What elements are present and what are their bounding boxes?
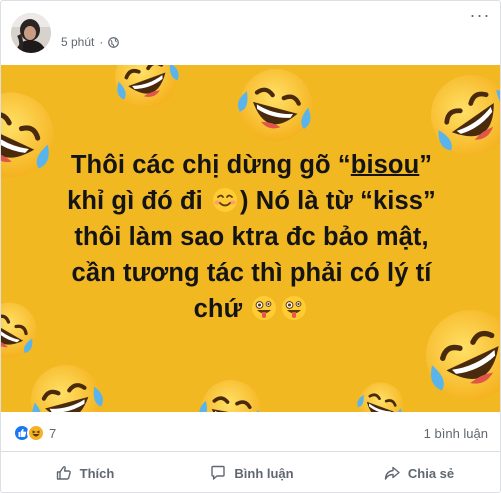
reactions-summary: 7 1 bình luận (1, 412, 500, 452)
underlined-word: bisou (350, 151, 420, 179)
share-label: Chia sẻ (407, 465, 455, 481)
comment-icon (211, 465, 226, 480)
post-timestamp[interactable]: 5 phút (61, 35, 94, 49)
comment-count[interactable]: 1 bình luận (424, 426, 488, 441)
avatar[interactable] (11, 13, 51, 53)
post-text-line-1: Thôi các chị dừng gõ “bisou” (70, 151, 433, 179)
reaction-icons[interactable] (13, 424, 45, 442)
share-button[interactable]: Chia sẻ (335, 452, 500, 492)
comment-button[interactable]: Bình luận (168, 452, 335, 492)
zany-face-icon (281, 295, 307, 321)
post-image-text: Thôi các chị dừng gõ “bisou” khỉ gì đó đ… (21, 147, 482, 327)
post-image[interactable]: Thôi các chị dừng gõ “bisou” khỉ gì đó đ… (1, 65, 500, 412)
smiling-face-icon (212, 187, 238, 213)
post-text-line-5: chứ (21, 291, 482, 327)
like-button[interactable]: Thích (1, 452, 168, 492)
haha-icon (27, 424, 45, 442)
globe-icon[interactable] (108, 36, 120, 48)
zany-face-icon (251, 295, 277, 321)
thumbs-up-icon (56, 466, 71, 480)
share-arrow-icon (384, 466, 400, 480)
comment-label: Bình luận (234, 465, 294, 481)
post-text-line-2: khỉ gì đó đi ) Nó là từ “kiss” (67, 187, 436, 215)
like-label: Thích (79, 465, 115, 481)
post-text-line-4: cần tương tác thì phải có lý tí (71, 259, 432, 287)
post-actions: Thích Bình luận Chia sẻ (1, 452, 500, 492)
post-card: 5 phút · ··· Thôi các chị dừng gõ “bisou… (0, 0, 501, 493)
post-meta: 5 phút · (61, 35, 120, 49)
post-text-line-3: thôi làm sao ktra đc bảo mật, (74, 223, 429, 251)
more-options-button[interactable]: ··· (468, 6, 492, 27)
reaction-count[interactable]: 7 (49, 426, 56, 441)
post-header: 5 phút · ··· (1, 1, 500, 65)
